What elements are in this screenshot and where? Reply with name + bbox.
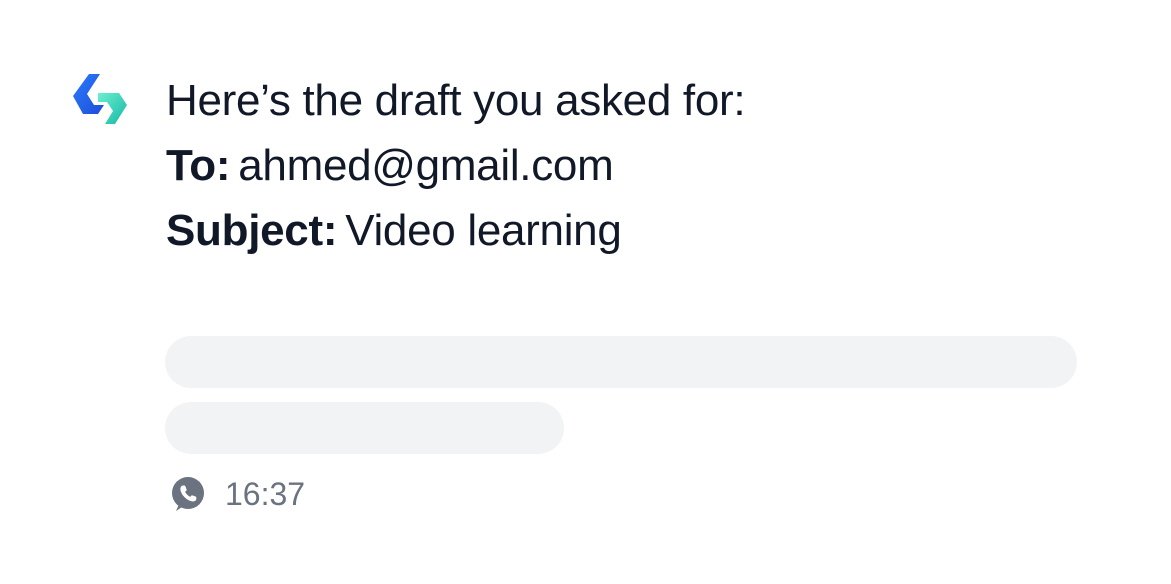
brand-logo-icon: [72, 74, 130, 128]
subject-value: Video learning: [345, 206, 622, 255]
recipient-email: ahmed@gmail.com: [238, 141, 614, 190]
recipient-label: To:: [166, 141, 231, 190]
message-intro: Here’s the draft you asked for:: [166, 76, 746, 125]
subject-label: Subject:: [166, 206, 338, 255]
loading-placeholder-line-1: [165, 336, 1077, 388]
loading-placeholder-line-2: [165, 402, 564, 454]
message-meta: 16:37: [168, 474, 305, 514]
message-timestamp: 16:37: [225, 476, 306, 512]
recipient-line: To: ahmed@gmail.com: [166, 133, 1096, 198]
assistant-message: Here’s the draft you asked for: To: ahmed…: [166, 68, 1096, 263]
subject-line: Subject: Video learning: [166, 198, 1096, 263]
whatsapp-icon: [172, 477, 204, 511]
